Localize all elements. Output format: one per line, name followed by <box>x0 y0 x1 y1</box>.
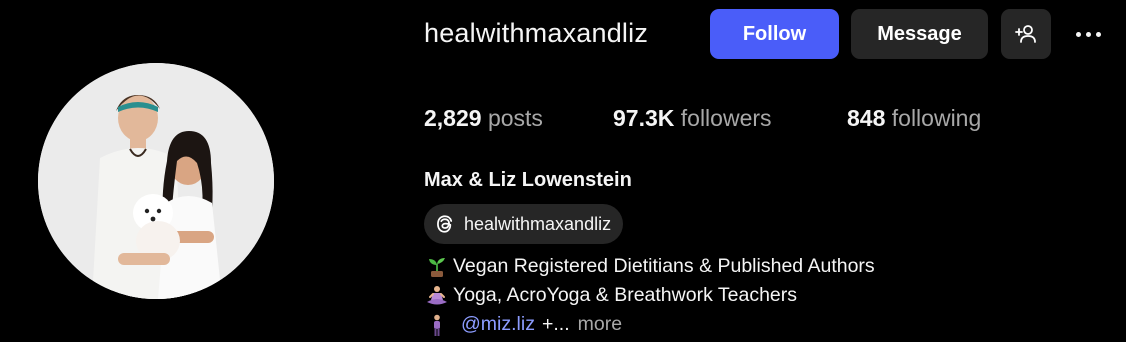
bio-mention-suffix: +... <box>541 313 570 335</box>
profile-avatar[interactable] <box>38 63 274 299</box>
add-person-icon <box>1015 25 1036 43</box>
bio-text-1: Vegan Registered Dietitians & Published … <box>453 255 875 277</box>
threads-link[interactable]: healwithmaxandliz <box>424 204 624 244</box>
bio-line-3: @miz.liz +... more <box>424 313 622 336</box>
posts-count: 2,829 <box>424 105 482 131</box>
followers-label: followers <box>680 105 772 131</box>
bio-more-link[interactable]: more <box>578 313 622 336</box>
threads-icon <box>437 215 453 233</box>
lotus-position-icon <box>427 285 447 304</box>
posts-label: posts <box>487 105 543 131</box>
threads-handle: healwithmaxandliz <box>464 213 612 234</box>
bio-mention-link[interactable]: @miz.liz <box>461 313 535 336</box>
followers-count: 97.3K <box>613 105 675 131</box>
profile-header: healwithmaxandliz Follow Message 2,829 p… <box>0 0 1126 342</box>
followers-stat[interactable]: 97.3K followers <box>613 105 772 132</box>
profile-full-name: Max & Liz Lowenstein <box>424 169 632 191</box>
follow-button[interactable]: Follow <box>710 9 839 59</box>
following-label: following <box>891 105 982 131</box>
more-dots-icon <box>1075 31 1081 37</box>
bio-text-2: Yoga, AcroYoga & Breathwork Teachers <box>453 284 798 306</box>
seedling-icon <box>429 257 445 277</box>
suggest-accounts-button[interactable] <box>1001 9 1051 59</box>
following-stat[interactable]: 848 following <box>847 105 981 132</box>
standing-person-icon <box>434 314 440 336</box>
more-dot <box>1085 31 1091 37</box>
profile-username: healwithmaxandliz <box>424 18 649 48</box>
avatar-photo <box>38 63 274 299</box>
bio-line-2: Yoga, AcroYoga & Breathwork Teachers <box>424 284 797 307</box>
bio-line-1: Vegan Registered Dietitians & Published … <box>424 255 875 278</box>
more-dot <box>1095 31 1101 37</box>
more-options-button[interactable] <box>1068 19 1108 49</box>
following-count: 848 <box>847 105 886 131</box>
posts-stat: 2,829 posts <box>424 105 543 132</box>
message-button[interactable]: Message <box>851 9 988 59</box>
